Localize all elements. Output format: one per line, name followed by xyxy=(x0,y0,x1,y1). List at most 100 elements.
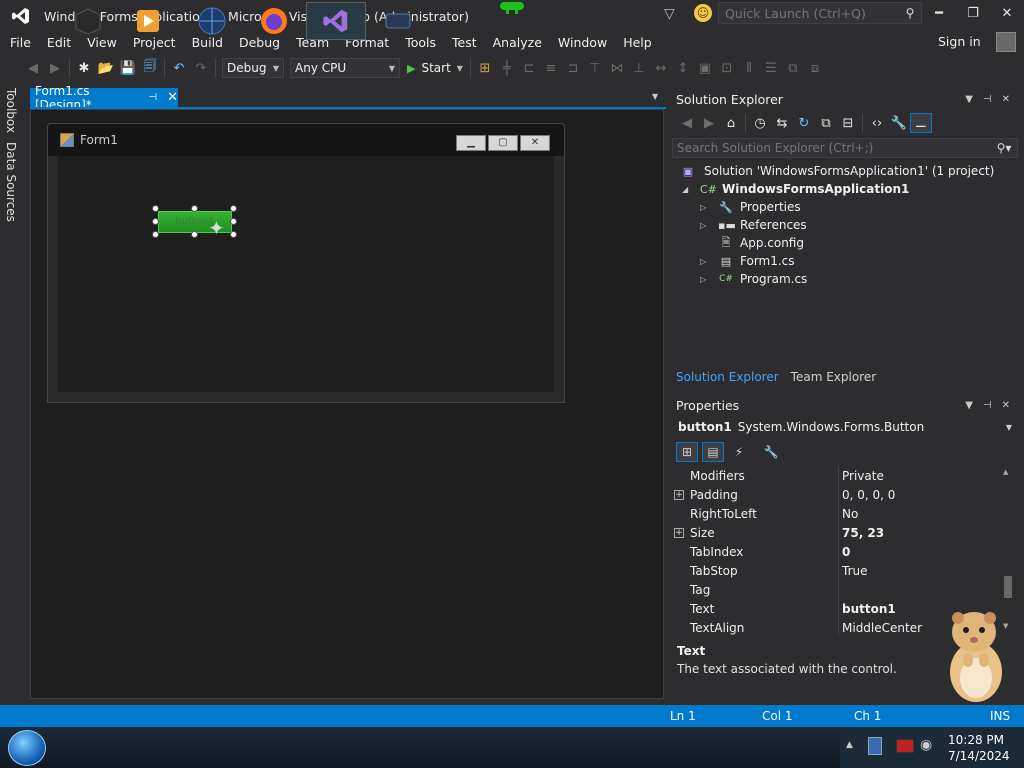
tree-item-references[interactable]: ▷ ▪▬ References xyxy=(670,216,1020,234)
layout-toolbar-icon[interactable]: ⊞ xyxy=(474,57,496,79)
horizontal-spacing-icon[interactable]: ⦀ xyxy=(738,57,760,79)
close-icon[interactable]: ✕ xyxy=(1002,94,1010,105)
network-icon[interactable] xyxy=(868,737,882,755)
expand-plus-icon[interactable]: + xyxy=(674,489,684,500)
property-value[interactable]: True xyxy=(842,564,868,578)
categorized-icon[interactable]: ⊞ xyxy=(676,442,698,462)
align-bottom-icon[interactable]: ⊥ xyxy=(628,57,650,79)
undo-icon[interactable]: ↶ xyxy=(168,57,190,79)
resize-handle[interactable] xyxy=(230,231,237,238)
tab-form1-design[interactable]: Form1.cs [Design]* ⊣ ✕ xyxy=(30,84,178,112)
feedback-smiley-icon[interactable]: ☺ xyxy=(694,4,712,22)
property-row-modifiers[interactable]: Modifiers Private xyxy=(672,466,998,485)
volume-icon[interactable]: ◉ xyxy=(920,737,932,753)
tree-item-project[interactable]: ◢ C# WindowsFormsApplication1 xyxy=(670,180,1020,198)
panel-menu-icon[interactable]: ▼ xyxy=(965,400,973,411)
panel-menu-icon[interactable]: ▼ xyxy=(965,94,973,105)
resize-handle[interactable] xyxy=(230,218,237,225)
make-same-height-icon[interactable]: ↕ xyxy=(672,57,694,79)
property-row-padding[interactable]: + Padding 0, 0, 0, 0 xyxy=(672,485,998,504)
form1-designer-window[interactable]: Form1 ▁ ▢ ✕ xyxy=(47,123,565,403)
close-icon[interactable]: ✕ xyxy=(1002,400,1010,411)
home-icon[interactable]: ⌂ xyxy=(720,113,742,133)
tree-item-solution[interactable]: ▣ Solution 'WindowsFormsApplication1' (1… xyxy=(670,162,1020,180)
redo-icon[interactable]: ↷ xyxy=(190,57,212,79)
expanded-arrow-icon[interactable]: ◢ xyxy=(682,185,688,194)
resize-handle[interactable] xyxy=(191,205,198,212)
quick-launch-input[interactable] xyxy=(719,5,899,21)
resize-handle[interactable] xyxy=(230,205,237,212)
collapsed-arrow-icon[interactable]: ▷ xyxy=(700,203,706,212)
scroll-up-icon[interactable]: ▲ xyxy=(1003,468,1008,476)
navigate-back-icon[interactable]: ◀ xyxy=(22,57,44,79)
tree-item-program[interactable]: ▷ C# Program.cs xyxy=(670,270,1020,288)
solution-configuration-select[interactable]: Debug ▼ xyxy=(222,58,284,78)
property-value[interactable]: No xyxy=(842,507,858,521)
collapsed-arrow-icon[interactable]: ▷ xyxy=(700,221,706,230)
taskbar-visual-studio-icon[interactable] xyxy=(306,2,366,40)
menu-help[interactable]: Help xyxy=(615,32,660,54)
search-icon[interactable]: ⚲ xyxy=(899,6,921,20)
property-row-tabindex[interactable]: TabIndex 0 xyxy=(672,542,998,561)
show-all-files-icon[interactable]: ⊟ xyxy=(837,113,859,133)
save-icon[interactable]: 💾 xyxy=(117,57,139,79)
solution-search-input[interactable] xyxy=(673,141,991,155)
properties-object-selector[interactable]: button1 System.Windows.Forms.Button ▼ xyxy=(672,417,1018,437)
resize-handle[interactable] xyxy=(152,231,159,238)
solution-platform-select[interactable]: Any CPU ▼ xyxy=(290,58,400,78)
menu-analyze[interactable]: Analyze xyxy=(485,32,550,54)
start-debugging-button[interactable]: ▶ Start ▼ xyxy=(407,61,463,75)
property-value[interactable]: 0, 0, 0, 0 xyxy=(842,488,895,502)
quick-launch-box[interactable]: ⚲ xyxy=(718,2,922,24)
form-client-area[interactable] xyxy=(58,156,554,392)
property-pages-wrench-icon[interactable]: 🔧 xyxy=(760,442,782,462)
tree-item-app-config[interactable]: 🗎 App.config xyxy=(670,234,1020,252)
resize-handle[interactable] xyxy=(152,218,159,225)
vertical-spacing-icon[interactable]: ☰ xyxy=(760,57,782,79)
data-sources-tab[interactable]: Data Sources xyxy=(4,142,18,222)
property-value[interactable]: Private xyxy=(842,469,884,483)
search-icon[interactable]: ⚲▾ xyxy=(991,141,1017,155)
save-all-icon[interactable]: 🗐 xyxy=(139,57,161,79)
property-row-tabstop[interactable]: TabStop True xyxy=(672,561,998,580)
properties-wrench-icon[interactable]: 🔧 xyxy=(888,113,910,133)
collapse-all-icon[interactable]: ⧉ xyxy=(815,113,837,133)
taskbar-globe-icon[interactable] xyxy=(182,2,242,40)
collapsed-arrow-icon[interactable]: ▷ xyxy=(700,275,706,284)
close-window-button[interactable]: ✕ xyxy=(992,4,1022,24)
property-value[interactable]: 0 xyxy=(842,545,850,559)
notification-icon[interactable] xyxy=(496,0,528,16)
taskbar-clock[interactable]: 10:28 PM 7/14/2024 xyxy=(948,732,1010,764)
align-right-icon[interactable]: ⊐ xyxy=(562,57,584,79)
app-tray-icon[interactable] xyxy=(896,739,914,753)
properties-view-icon[interactable]: ▤ xyxy=(702,442,724,462)
align-middle-icon[interactable]: ⋈ xyxy=(606,57,628,79)
align-grid-icon[interactable]: ╪ xyxy=(496,57,518,79)
bring-to-front-icon[interactable]: ⧈ xyxy=(804,57,826,79)
collapsed-arrow-icon[interactable]: ▷ xyxy=(700,257,706,266)
menu-file[interactable]: File xyxy=(0,32,39,54)
sign-in-link[interactable]: Sign in xyxy=(938,34,981,49)
resize-handle[interactable] xyxy=(152,205,159,212)
minimize-button[interactable]: ━ xyxy=(924,4,954,24)
center-horizontally-icon[interactable]: ⧉ xyxy=(782,57,804,79)
filter-icon[interactable]: ▽ xyxy=(664,6,678,22)
document-list-dropdown-icon[interactable]: ▼ xyxy=(652,92,658,101)
forward-icon[interactable]: ▶ xyxy=(698,113,720,133)
events-lightning-icon[interactable]: ⚡ xyxy=(728,442,750,462)
tree-item-form1[interactable]: ▷ ▤ Form1.cs xyxy=(670,252,1020,270)
toolbox-tab[interactable]: Toolbox xyxy=(4,88,18,133)
pin-icon[interactable]: ⊣ xyxy=(983,94,992,105)
pin-icon[interactable]: ⊣ xyxy=(148,92,157,103)
property-row-size[interactable]: + Size 75, 23 xyxy=(672,523,998,542)
refresh-icon[interactable]: ↻ xyxy=(793,113,815,133)
tab-team-explorer[interactable]: Team Explorer xyxy=(785,367,883,387)
property-value[interactable]: button1 xyxy=(842,602,896,616)
solution-explorer-search[interactable]: ⚲▾ xyxy=(672,138,1018,158)
tree-item-properties[interactable]: ▷ 🔧 Properties xyxy=(670,198,1020,216)
property-row-tag[interactable]: Tag xyxy=(672,580,998,599)
open-file-icon[interactable]: 📂 xyxy=(95,57,117,79)
property-value[interactable]: MiddleCenter xyxy=(842,621,922,635)
new-project-icon[interactable]: ✱ xyxy=(73,57,95,79)
taskbar-remote-desktop-icon[interactable] xyxy=(368,2,428,40)
